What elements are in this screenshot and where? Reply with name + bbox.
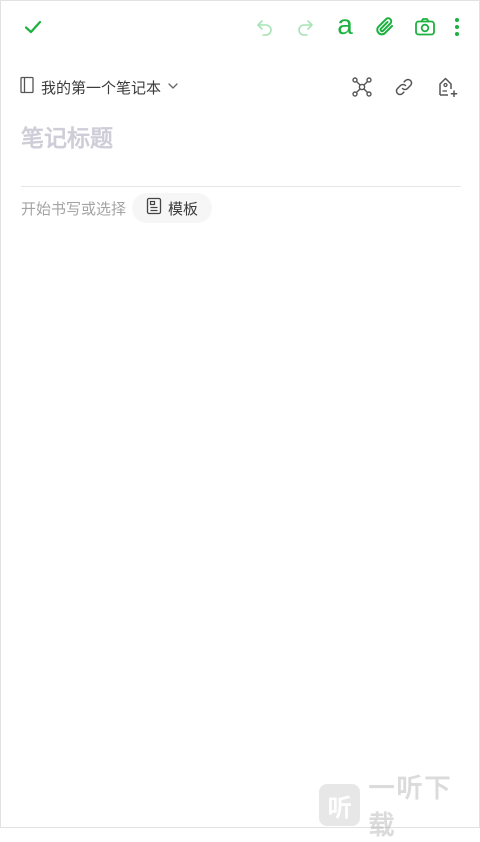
template-button[interactable]: 模板 [132,193,213,223]
mindmap-icon[interactable] [346,71,378,103]
watermark-text: 一听下载 [368,774,453,841]
watermark-logo-char: 听 [327,793,352,822]
link-icon[interactable] [388,71,420,103]
check-icon[interactable] [17,11,49,43]
notebook-selector[interactable]: 我的第一个笔记本 [19,73,179,101]
paperclip-icon[interactable] [369,11,401,43]
camera-icon[interactable] [409,11,441,43]
note-title-input[interactable] [21,119,461,159]
redo-icon[interactable] [289,11,321,43]
undo-icon[interactable] [249,11,281,43]
chevron-down-icon [167,78,179,96]
editor-hint-text[interactable]: 开始书写或选择 [21,198,126,219]
text-format-icon[interactable]: a [329,9,361,41]
text-format-glyph: a [337,9,353,40]
app-frame: a 我的第一个笔记本 开始书写或选择 [0,0,480,841]
editor-hint-row: 开始书写或选择 模板 [21,193,213,223]
template-icon [146,197,162,219]
notebook-name: 我的第一个笔记本 [41,78,162,97]
title-divider [21,186,461,187]
template-label: 模板 [168,199,199,218]
watermark: 听 一听下载 [319,774,479,841]
notebook-icon [19,76,35,98]
more-vertical-icon[interactable] [445,11,469,43]
add-tag-icon[interactable] [431,71,463,103]
watermark-logo: 听 [319,784,361,826]
